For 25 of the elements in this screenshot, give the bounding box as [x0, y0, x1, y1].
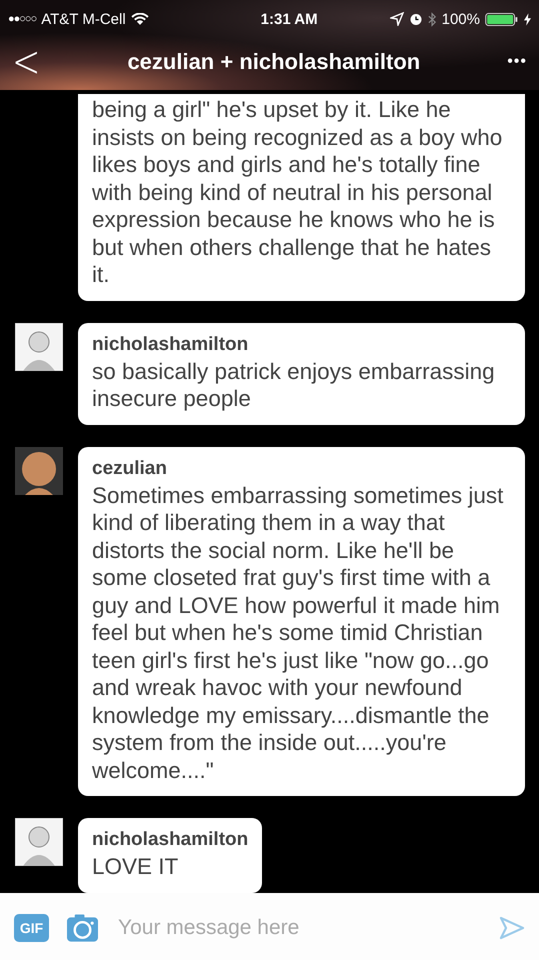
- message-text: Sometimes embarrassing sometimes just kind of liberating them in a way that distorts the social norm. Like he'll be some closeted frat guy's first time with a guy and LOVE how powerful it made him feel but when he's some timid Christian teen girl's first he's just like "now go...go and wreak havoc with your newfound knowledge my emissary....dismantle the system from the inside out.....you're welcome....": [92, 482, 504, 784]
- location-icon: [390, 12, 404, 26]
- message-text: so basically patrick enjoys embarrassing insecure people: [92, 358, 496, 412]
- carrier-name: AT&T M-Cell: [41, 10, 126, 28]
- clock-time: 1:31 AM: [260, 10, 318, 28]
- avatar-icon[interactable]: [15, 322, 63, 370]
- sender-name: cezulian: [92, 458, 168, 480]
- message-text: LOVE IT: [92, 853, 180, 880]
- battery-icon: [485, 12, 519, 26]
- conversation-title: cezulian + nicholashamilton: [126, 49, 422, 75]
- message-text: being a girl" he's upset by it. Like he insists on being recognized as a boy who likes boys and girls and he's totally fine with being kind of neutral in his personal expression because he knows who he is but when others challenge that he hates it.: [92, 96, 504, 288]
- send-icon[interactable]: [499, 916, 525, 940]
- camera-icon[interactable]: [67, 914, 98, 942]
- wifi-icon: [130, 12, 149, 26]
- back-button[interactable]: <: [12, 36, 40, 88]
- sender-name: nicholashamilton: [92, 829, 248, 851]
- battery-percent: 100%: [442, 10, 480, 28]
- alarm-icon: [408, 12, 423, 26]
- avatar-icon[interactable]: [15, 446, 63, 494]
- bluetooth-icon: [428, 12, 437, 26]
- avatar-icon[interactable]: [15, 818, 63, 866]
- more-button[interactable]: •••: [507, 53, 527, 71]
- signal-dots: ●●○○○: [8, 13, 36, 25]
- sender-name: nicholashamilton: [92, 334, 250, 356]
- charging-icon: [524, 12, 531, 26]
